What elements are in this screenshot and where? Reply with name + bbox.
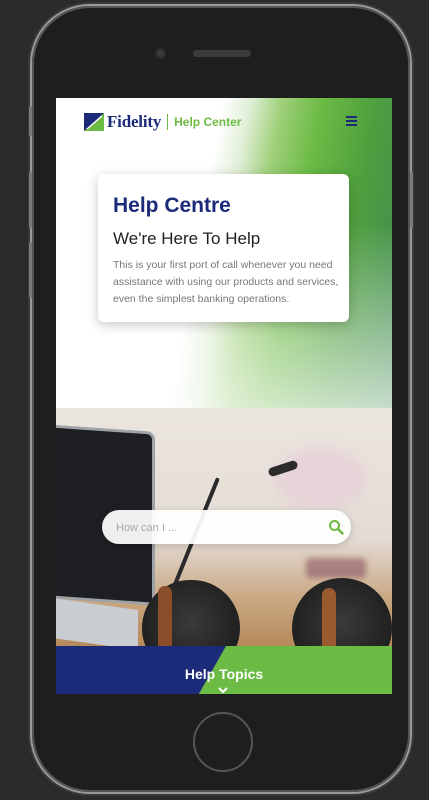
logo-help-center-label: Help Center <box>174 115 242 129</box>
phone-mute-switch <box>29 106 32 136</box>
page-subtitle: We're Here To Help <box>113 229 261 248</box>
logo-wordmark: Fidelity <box>107 112 162 131</box>
help-topics-label: Help Topics <box>184 666 264 682</box>
laptop-keyboard <box>56 597 138 646</box>
page-title: Help Centre <box>113 194 231 217</box>
phone-volume-up <box>29 172 32 228</box>
phone-power-button <box>410 172 413 228</box>
intro-description: This is your first port of call whenever… <box>113 259 339 305</box>
chevron-down-icon[interactable] <box>218 686 228 694</box>
phone-screen: Fidelity Help Center Help Centre We're H… <box>56 98 392 694</box>
headset-desk-photo <box>56 408 392 646</box>
headset-left-cup <box>142 580 240 646</box>
fidelity-logo-icon <box>84 113 104 131</box>
search-bar[interactable] <box>102 510 351 546</box>
earpiece-speaker <box>193 50 251 57</box>
logo-divider <box>167 114 169 130</box>
help-topics-bar[interactable]: Help Topics <box>56 646 392 694</box>
wall-decoration <box>306 558 366 578</box>
home-button[interactable] <box>193 712 253 772</box>
headset-right-cup <box>292 578 392 646</box>
fidelity-logo[interactable]: Fidelity Help Center <box>84 112 241 132</box>
hamburger-menu-icon[interactable] <box>346 116 357 126</box>
wall-decoration <box>276 448 366 508</box>
search-icon[interactable] <box>328 519 344 535</box>
help-intro-card: Help Centre We're Here To Help This is y… <box>98 174 349 322</box>
phone-volume-down <box>29 242 32 298</box>
search-input[interactable] <box>114 510 318 546</box>
front-camera <box>155 48 166 59</box>
